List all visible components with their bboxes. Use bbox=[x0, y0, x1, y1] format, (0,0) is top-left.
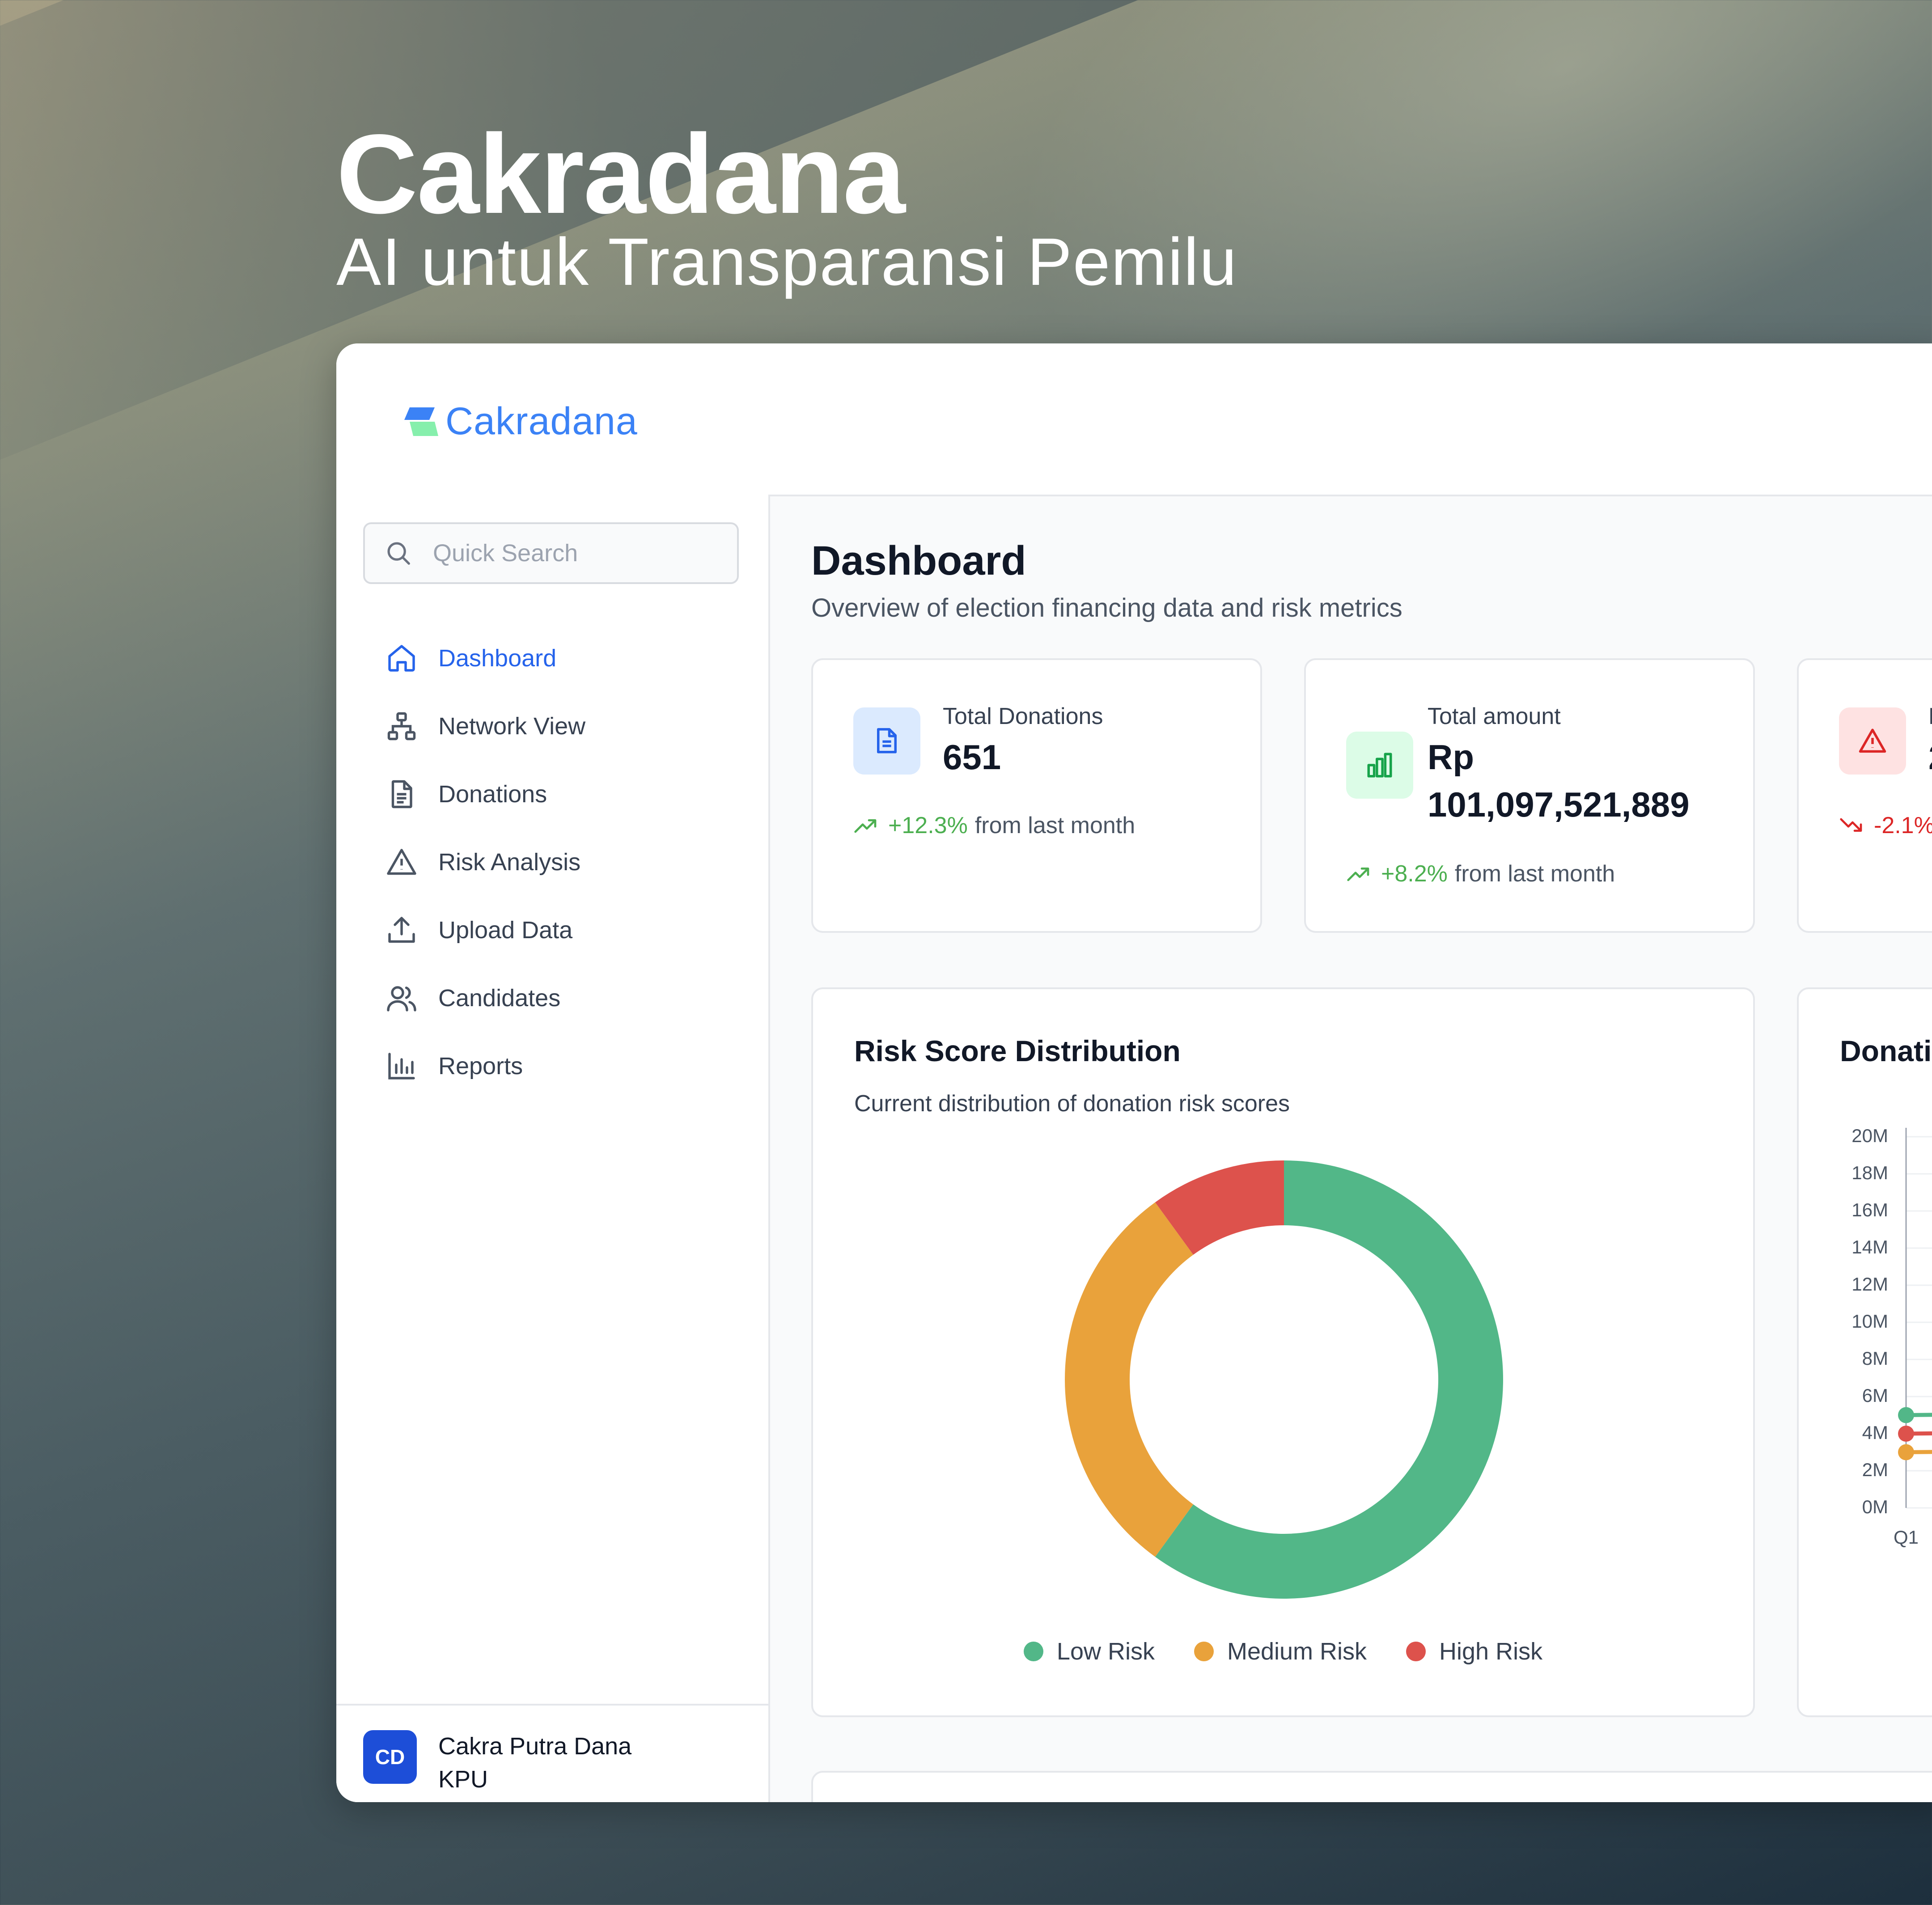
stat-icon-box bbox=[853, 707, 920, 775]
legend-label: Medium Risk bbox=[1227, 1638, 1367, 1665]
stat-change: +8.2% from last month bbox=[1346, 860, 1615, 887]
legend-label: Low Risk bbox=[1056, 1638, 1155, 1665]
trend-up-icon bbox=[1347, 868, 1369, 881]
warning-icon bbox=[387, 849, 416, 875]
hero-subtitle: AI untuk Transparansi Pemilu bbox=[336, 224, 1238, 299]
series-point-1[interactable] bbox=[1898, 1426, 1914, 1442]
stat-icon-box bbox=[1346, 732, 1413, 799]
search-icon bbox=[387, 542, 410, 565]
x-tick-label: Q1 bbox=[1894, 1527, 1919, 1548]
sidebar: Quick Search Dashboard Network View Dona… bbox=[336, 495, 770, 1802]
stat-label: H bbox=[1928, 703, 1932, 730]
legend-dot bbox=[1023, 1642, 1043, 1661]
sidebar-item-label: Dashboard bbox=[438, 645, 557, 672]
sidebar-item-reports[interactable]: Reports bbox=[386, 1032, 585, 1100]
stat-change-value: -2.1% bbox=[1874, 813, 1932, 838]
upload-icon bbox=[388, 917, 415, 943]
user-name: Cakra Putra Dana bbox=[438, 1733, 632, 1760]
series-point-0[interactable] bbox=[1898, 1407, 1914, 1423]
bottom-card bbox=[811, 1771, 1932, 1802]
stat-label: Total amount bbox=[1428, 703, 1561, 729]
legend-dot bbox=[1406, 1642, 1426, 1661]
stat-change-value: +8.2% bbox=[1381, 861, 1448, 887]
document-icon bbox=[877, 728, 897, 754]
risk-donut-chart bbox=[1065, 1160, 1503, 1599]
app-window: Cakradana Quick Search Dashboard Network… bbox=[336, 343, 1932, 1802]
sidebar-item-label: Reports bbox=[438, 1053, 523, 1080]
legend-label: High Risk bbox=[1439, 1638, 1543, 1665]
page-subtitle: Overview of election financing data and … bbox=[811, 593, 1402, 622]
home-icon bbox=[388, 645, 415, 672]
sidebar-item-label: Donations bbox=[438, 781, 547, 808]
chart-legend: Low Risk Medium Risk High Risk bbox=[813, 1638, 1753, 1665]
chart-title: Risk Score Distribution bbox=[854, 1034, 1181, 1067]
top-bar: Cakradana bbox=[336, 343, 1932, 496]
sidebar-item-upload-data[interactable]: Upload Data bbox=[386, 896, 585, 964]
warning-icon bbox=[1859, 728, 1886, 753]
bar-chart-icon bbox=[388, 1053, 415, 1080]
stat-value-currency: Rp bbox=[1428, 737, 1474, 777]
avatar: CD bbox=[363, 1730, 417, 1784]
stat-icon-box bbox=[1839, 707, 1906, 775]
bar-chart-icon bbox=[1367, 753, 1392, 778]
logo-mark-icon bbox=[404, 407, 438, 436]
user-organization: KPU bbox=[438, 1766, 488, 1793]
page-title: Dashboard bbox=[811, 538, 1026, 584]
stat-change-value: +12.3% bbox=[888, 813, 968, 838]
user-profile[interactable]: CD Cakra Putra Dana KPU bbox=[336, 1704, 768, 1802]
stat-change: +12.3% from last month bbox=[853, 812, 1135, 839]
sidebar-item-network-view[interactable]: Network View bbox=[386, 692, 585, 760]
network-icon bbox=[387, 712, 416, 741]
risk-distribution-card: Risk Score Distribution Current distribu… bbox=[811, 987, 1755, 1717]
sidebar-item-dashboard[interactable]: Dashboard bbox=[386, 624, 585, 692]
donations-line-chart: Q1 bbox=[1894, 1128, 1932, 1548]
hero-title: Cakradana bbox=[336, 111, 906, 237]
stat-card-high-risk: H 2 -2.1% bbox=[1797, 658, 1932, 933]
legend-item-high-risk[interactable]: High Risk bbox=[1406, 1638, 1542, 1665]
users-icon bbox=[387, 986, 416, 1012]
sidebar-nav: Dashboard Network View Donations Risk An… bbox=[386, 624, 585, 1100]
chart-subtitle: Current distribution of donation risk sc… bbox=[854, 1091, 1290, 1117]
stat-value: 2 bbox=[1928, 733, 1932, 781]
main-content: Dashboard Overview of election financing… bbox=[770, 496, 1932, 1802]
stat-card-total-donations: Total Donations 651 +12.3% from last mon… bbox=[811, 658, 1262, 933]
document-icon bbox=[391, 780, 412, 809]
stat-value: 651 bbox=[943, 737, 1001, 777]
sidebar-item-label: Upload Data bbox=[438, 917, 573, 944]
sidebar-item-donations[interactable]: Donations bbox=[386, 760, 585, 828]
donations-chart-card: Donati 0M 2M 4M 6M 8M 10M 12M 14M 16M 18M 20M Q1 bbox=[1797, 987, 1932, 1717]
logo-text: Cakradana bbox=[445, 400, 638, 443]
stat-change-suffix: from last month bbox=[1454, 861, 1615, 887]
trend-down-icon bbox=[1840, 818, 1862, 832]
stat-change: -2.1% bbox=[1839, 812, 1932, 839]
stat-value-amount: 101,097,521,889 bbox=[1428, 785, 1690, 824]
trend-up-icon bbox=[854, 819, 877, 833]
search-box[interactable]: Quick Search bbox=[363, 522, 739, 584]
legend-dot bbox=[1194, 1642, 1214, 1661]
sidebar-item-risk-analysis[interactable]: Risk Analysis bbox=[386, 828, 585, 896]
stat-label: Total Donations bbox=[943, 703, 1103, 729]
donut-slice-medium-risk[interactable] bbox=[1065, 1202, 1194, 1557]
sidebar-item-candidates[interactable]: Candidates bbox=[386, 964, 585, 1032]
series-point-2[interactable] bbox=[1898, 1444, 1914, 1460]
sidebar-item-label: Network View bbox=[438, 713, 586, 740]
sidebar-item-label: Candidates bbox=[438, 985, 561, 1012]
search-placeholder: Quick Search bbox=[433, 540, 578, 567]
app-logo[interactable]: Cakradana bbox=[403, 399, 638, 444]
stat-change-suffix: from last month bbox=[974, 813, 1135, 838]
stat-card-total-amount: Total amount Rp 101,097,521,889 +8.2% fr… bbox=[1304, 658, 1755, 933]
legend-item-medium-risk[interactable]: Medium Risk bbox=[1194, 1638, 1367, 1665]
sidebar-item-label: Risk Analysis bbox=[438, 849, 581, 876]
legend-item-low-risk[interactable]: Low Risk bbox=[1023, 1638, 1155, 1665]
